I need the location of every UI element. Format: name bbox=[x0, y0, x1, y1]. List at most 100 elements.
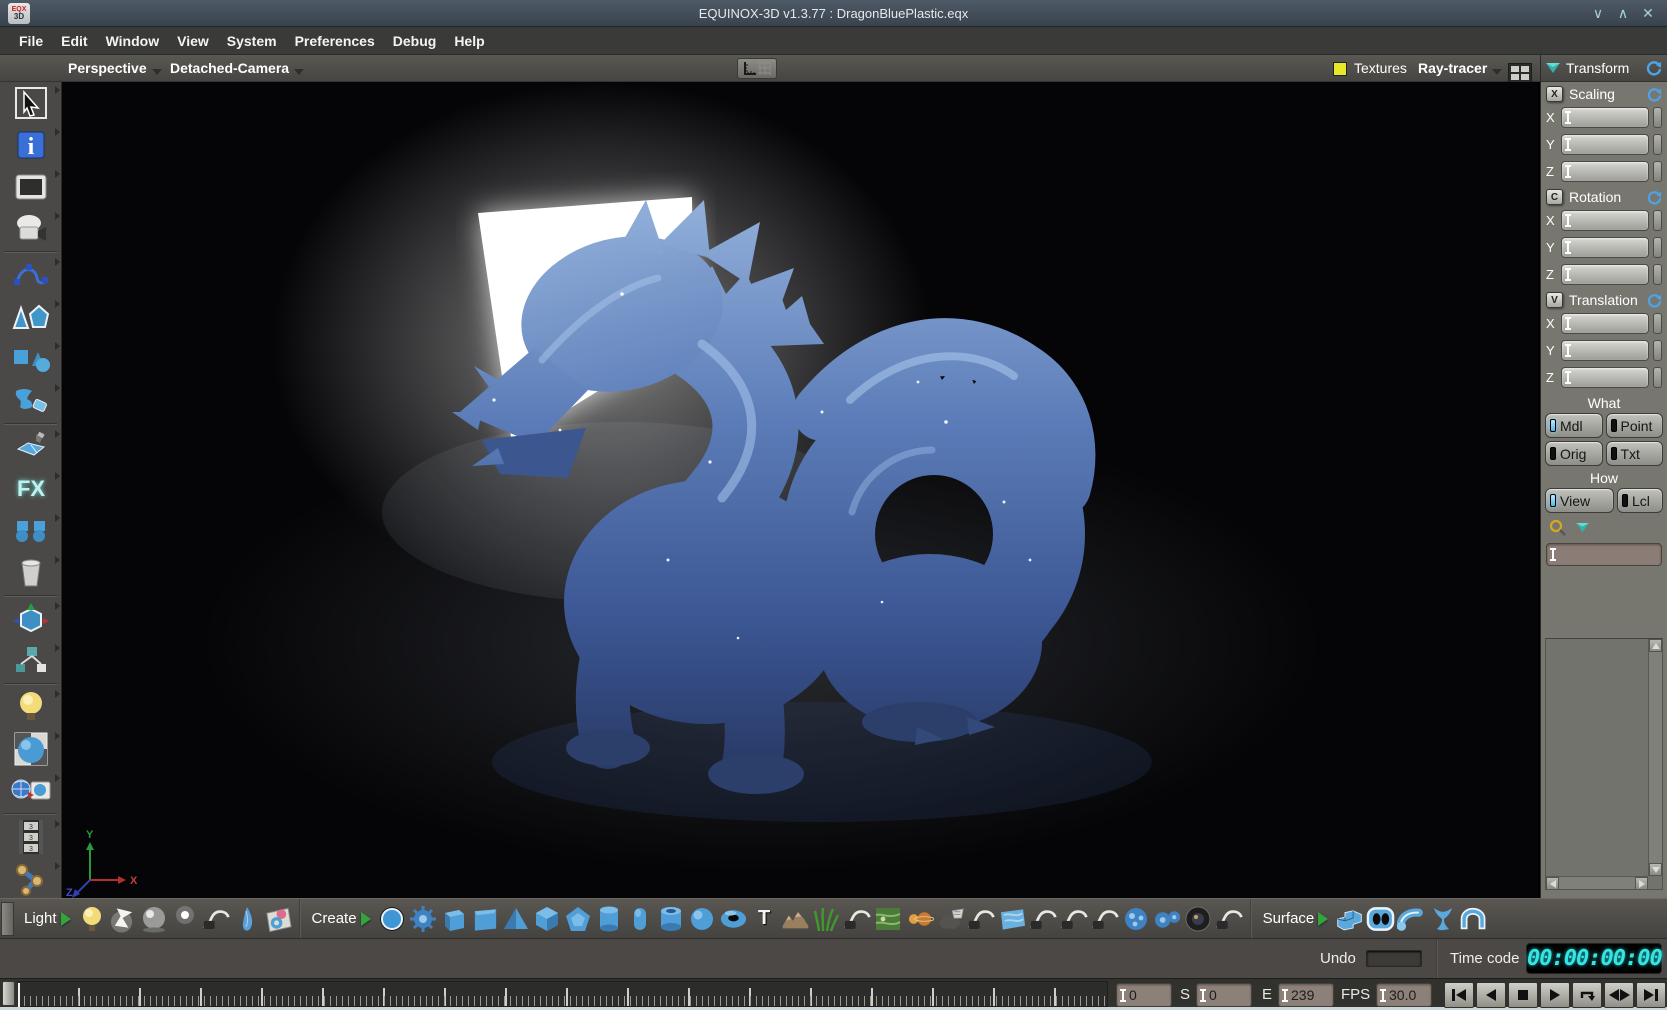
animation-tool-button[interactable]: 333 bbox=[0, 816, 62, 858]
scroll-right-button[interactable] bbox=[1635, 877, 1648, 890]
plugin-cable-button-3[interactable] bbox=[1029, 904, 1058, 934]
search-input[interactable] bbox=[1546, 543, 1662, 566]
spinner-handle[interactable] bbox=[1653, 107, 1662, 128]
search-icon[interactable] bbox=[1549, 519, 1567, 537]
camera-tool-button[interactable] bbox=[0, 208, 62, 250]
hierarchy-tool-button[interactable] bbox=[0, 640, 62, 682]
primitives-tool-button[interactable] bbox=[0, 338, 62, 380]
create-cube-button[interactable] bbox=[440, 904, 469, 934]
create-gear-button[interactable] bbox=[409, 904, 438, 934]
spinner-handle[interactable] bbox=[1653, 210, 1662, 231]
expand-arrow-icon[interactable] bbox=[1318, 912, 1328, 926]
what-point-button[interactable]: Point bbox=[1606, 413, 1664, 438]
scaling-y-field[interactable] bbox=[1561, 134, 1649, 155]
create-torus-button[interactable] bbox=[719, 904, 748, 934]
surface-pipe-button[interactable] bbox=[1397, 904, 1426, 934]
select-tool-button[interactable] bbox=[0, 82, 62, 124]
scaling-x-field[interactable] bbox=[1561, 107, 1649, 128]
how-view-button[interactable]: View bbox=[1545, 488, 1614, 513]
scroll-down-button[interactable] bbox=[1649, 863, 1662, 876]
spinner-handle[interactable] bbox=[1653, 264, 1662, 285]
rotation-x-field[interactable] bbox=[1561, 210, 1649, 231]
display-tool-button[interactable] bbox=[0, 166, 62, 208]
toolbar-grip[interactable] bbox=[1, 902, 14, 936]
translation-x-field[interactable] bbox=[1561, 313, 1649, 334]
menu-preferences[interactable]: Preferences bbox=[286, 27, 384, 55]
env-sphere-button[interactable] bbox=[140, 904, 169, 934]
grid-snap-button[interactable] bbox=[737, 58, 777, 79]
fx-tool-button[interactable]: FX bbox=[0, 468, 62, 510]
go-to-end-button[interactable] bbox=[1636, 982, 1666, 1008]
create-gear-train-button[interactable] bbox=[1122, 904, 1151, 934]
surface-lathe-button[interactable] bbox=[1428, 904, 1457, 934]
create-planets-button[interactable] bbox=[905, 904, 934, 934]
translation-z-field[interactable] bbox=[1561, 367, 1649, 388]
light-tool-button[interactable] bbox=[0, 686, 62, 728]
surface-loft-button[interactable] bbox=[1459, 904, 1488, 934]
go-to-start-button[interactable] bbox=[1444, 982, 1474, 1008]
close-button[interactable]: ✕ bbox=[1637, 0, 1659, 27]
light-palette-button[interactable] bbox=[264, 904, 293, 934]
what-mdl-button[interactable]: Mdl bbox=[1545, 413, 1603, 438]
refresh-icon[interactable] bbox=[1647, 87, 1662, 102]
play-button[interactable] bbox=[1540, 982, 1570, 1008]
layout-grid-button[interactable] bbox=[1508, 59, 1532, 83]
create-capsule-button[interactable] bbox=[626, 904, 655, 934]
refresh-icon[interactable] bbox=[1646, 60, 1662, 76]
create-gear-pair-button[interactable] bbox=[1153, 904, 1182, 934]
loop-button[interactable] bbox=[1572, 982, 1602, 1008]
spinner-handle[interactable] bbox=[1653, 340, 1662, 361]
menu-debug[interactable]: Debug bbox=[384, 27, 446, 55]
transform-tool-button[interactable] bbox=[0, 598, 62, 640]
plugin-cable-button-4[interactable] bbox=[1060, 904, 1089, 934]
create-rock-button[interactable] bbox=[936, 904, 965, 934]
scene-list[interactable] bbox=[1545, 638, 1663, 890]
plugin-cable-button-2[interactable] bbox=[967, 904, 996, 934]
spinner-handle[interactable] bbox=[1653, 134, 1662, 155]
how-lcl-button[interactable]: Lcl bbox=[1617, 488, 1663, 513]
create-text-button[interactable]: T bbox=[750, 904, 779, 934]
timeline-handle[interactable] bbox=[2, 981, 15, 1006]
vertical-scrollbar[interactable] bbox=[1648, 639, 1662, 876]
renderer-dropdown[interactable]: Ray-tracer bbox=[1418, 55, 1502, 82]
create-circle-button[interactable] bbox=[378, 904, 407, 934]
texture-globe-tool-button[interactable] bbox=[0, 770, 62, 812]
create-pyramid-button[interactable] bbox=[502, 904, 531, 934]
skeleton-tool-button[interactable] bbox=[0, 858, 62, 900]
plugin-cable-button-5[interactable] bbox=[1091, 904, 1120, 934]
spinner-handle[interactable] bbox=[1653, 161, 1662, 182]
point-light-button[interactable] bbox=[171, 904, 200, 934]
start-frame-field[interactable]: 0 bbox=[1196, 983, 1252, 1007]
scroll-up-button[interactable] bbox=[1649, 639, 1662, 652]
create-lens-button[interactable] bbox=[1184, 904, 1213, 934]
minimize-button[interactable]: ∨ bbox=[1587, 0, 1609, 27]
undo-field[interactable] bbox=[1366, 950, 1422, 967]
delete-tool-button[interactable] bbox=[0, 552, 62, 594]
create-tube-button[interactable] bbox=[657, 904, 686, 934]
create-dodecahedron-button[interactable] bbox=[564, 904, 593, 934]
current-frame-field[interactable]: 0 bbox=[1116, 983, 1172, 1007]
polygon-tool-button[interactable] bbox=[0, 296, 62, 338]
paint-uv-tool-button[interactable] bbox=[0, 426, 62, 468]
info-tool-button[interactable]: i bbox=[0, 124, 62, 166]
spinner-handle[interactable] bbox=[1653, 313, 1662, 334]
light-plugin-button[interactable] bbox=[202, 904, 231, 934]
surface-stairs-button[interactable] bbox=[1335, 904, 1364, 934]
create-map-button[interactable] bbox=[874, 904, 903, 934]
camera-dropdown[interactable]: Detached-Camera bbox=[170, 55, 304, 82]
textures-toggle[interactable]: Textures bbox=[1333, 55, 1407, 82]
scaling-z-field[interactable] bbox=[1561, 161, 1649, 182]
area-light-button[interactable] bbox=[109, 904, 138, 934]
menu-system[interactable]: System bbox=[218, 27, 286, 55]
refresh-icon[interactable] bbox=[1647, 190, 1662, 205]
plugin-cable-button-1[interactable] bbox=[843, 904, 872, 934]
what-txt-button[interactable]: Txt bbox=[1606, 441, 1664, 466]
menu-file[interactable]: File bbox=[10, 27, 52, 55]
timeline-ruler[interactable] bbox=[18, 981, 1108, 1007]
scroll-left-button[interactable] bbox=[1546, 877, 1559, 890]
create-cylinder-button[interactable] bbox=[595, 904, 624, 934]
refresh-icon[interactable] bbox=[1647, 293, 1662, 308]
expand-arrow-icon[interactable] bbox=[361, 912, 371, 926]
end-frame-field[interactable]: 239 bbox=[1278, 983, 1334, 1007]
menu-help[interactable]: Help bbox=[445, 27, 493, 55]
